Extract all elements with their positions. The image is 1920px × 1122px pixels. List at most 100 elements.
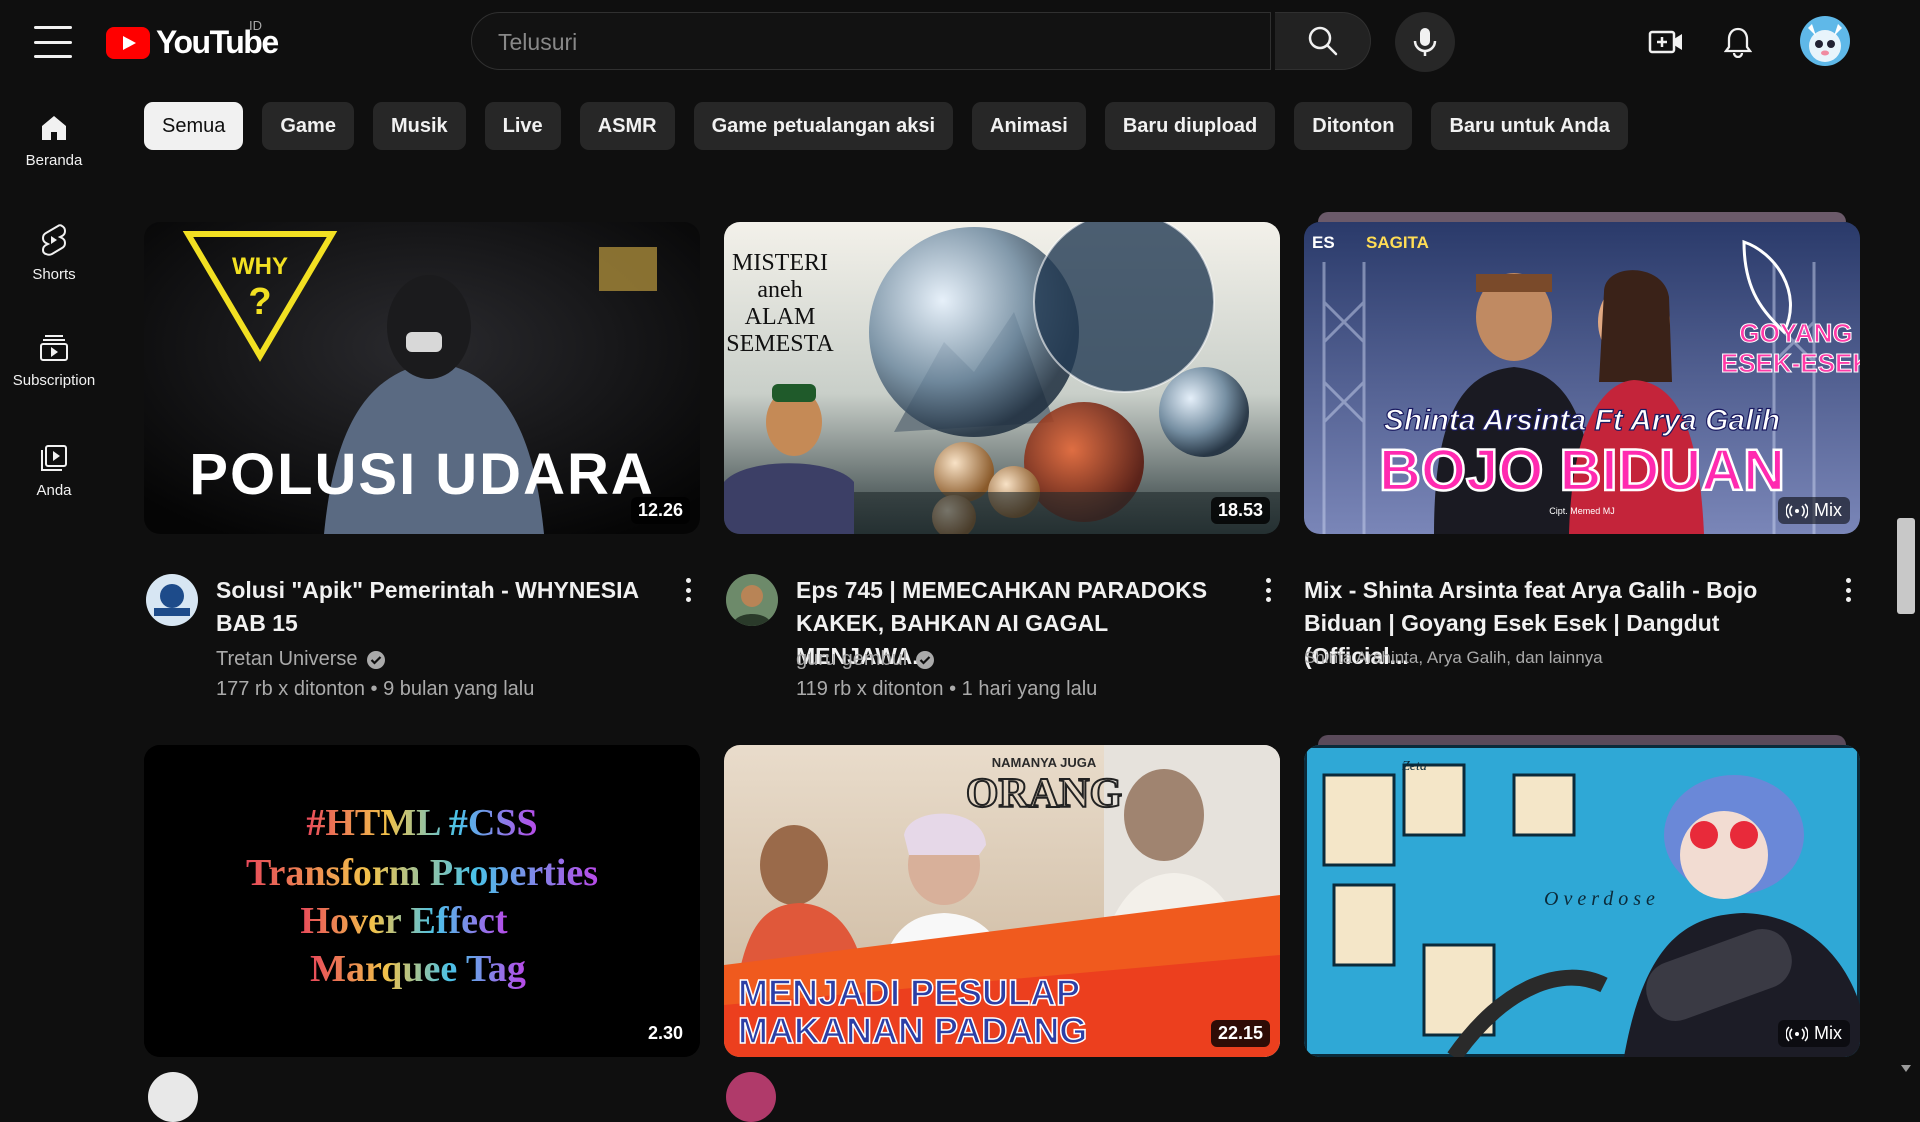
- more-actions-icon[interactable]: [1264, 578, 1272, 602]
- playlist-stack: [1318, 735, 1846, 745]
- upload-age: 9 bulan yang lalu: [383, 678, 535, 700]
- video-title[interactable]: Solusi "Apik" Pemerintah - WHYNESIA BAB …: [216, 574, 646, 640]
- chip-semua[interactable]: Semua: [144, 102, 244, 150]
- channel-name[interactable]: guru gembul: [796, 648, 935, 671]
- video-thumbnail[interactable]: #HTML #CSS Transform Properties Hover Ef…: [144, 745, 700, 1057]
- thumbnail-image: WHY ? POLUSI UDARA: [144, 222, 700, 534]
- thumb-text: ESEK-ESEK: [1721, 348, 1860, 378]
- mix-badge: Mix: [1778, 1020, 1850, 1047]
- chip-asmr[interactable]: ASMR: [579, 102, 675, 150]
- playlist-stack: [1318, 212, 1846, 222]
- view-count: 119 rb x ditonton: [796, 678, 944, 700]
- thumb-text: BOJO BIDUAN: [1379, 438, 1785, 503]
- chip-animasi[interactable]: Animasi: [972, 102, 1086, 150]
- thumb-text: #HTML #CSS: [306, 802, 537, 844]
- chip-live[interactable]: Live: [484, 102, 561, 150]
- chip-game[interactable]: Game: [262, 102, 354, 150]
- top-bar: YouTube ID: [0, 0, 1920, 84]
- scrollbar-thumb[interactable]: [1897, 518, 1915, 614]
- broadcast-icon: [1786, 502, 1808, 519]
- thumb-text: MISTERI: [732, 250, 828, 276]
- create-video-button[interactable]: [1646, 22, 1686, 62]
- sidebar-item-label: Subscription: [12, 372, 96, 389]
- sidebar-item-subscription[interactable]: Subscription: [0, 304, 108, 404]
- upload-age: 1 hari yang lalu: [961, 678, 1098, 700]
- thumbnail-image: NAMANYA JUGA ORANG MENJADI PESULAP MAKAN…: [724, 745, 1280, 1057]
- thumb-text: GOYANG: [1739, 318, 1852, 348]
- chip-ditonton[interactable]: Ditonton: [1294, 102, 1413, 150]
- voice-search-button[interactable]: [1395, 12, 1455, 72]
- thumb-text: NAMANYA JUGA: [992, 755, 1097, 770]
- country-code: ID: [249, 18, 262, 33]
- video-duration: 22.15: [1210, 1020, 1270, 1047]
- filter-chips: Semua Game Musik Live ASMR Game petualan…: [144, 102, 1628, 150]
- subscriptions-icon: [40, 335, 68, 361]
- thumb-text: ALAM: [745, 304, 816, 330]
- video-thumbnail[interactable]: SAGITA ES GOYANG ESEK-ESEK Shinta Arsint…: [1304, 222, 1860, 534]
- avatar-image: [1800, 16, 1850, 66]
- channel-avatar[interactable]: [146, 574, 198, 626]
- microphone-icon: [1413, 28, 1437, 56]
- sidebar-item-label: Beranda: [25, 152, 83, 169]
- thumb-text: Overdose: [1544, 888, 1660, 910]
- notifications-button[interactable]: [1718, 22, 1758, 62]
- account-avatar[interactable]: [1800, 16, 1850, 66]
- thumb-text: SAGITA: [1366, 233, 1429, 252]
- thumbnail-image: Zeta Overdose: [1304, 745, 1860, 1057]
- thumb-text: Shinta Arsinta Ft Arya Galih: [1384, 404, 1780, 437]
- mix-badge-label: Mix: [1814, 500, 1842, 520]
- more-actions-icon[interactable]: [684, 578, 692, 602]
- broadcast-icon: [1786, 1025, 1808, 1042]
- search-box: [471, 12, 1271, 71]
- thumb-text: MAKANAN PADANG: [738, 1010, 1087, 1051]
- chip-musik[interactable]: Musik: [372, 102, 466, 150]
- mix-badge: Mix: [1778, 497, 1850, 524]
- video-duration: 2.30: [640, 1020, 690, 1047]
- video-thumbnail[interactable]: NAMANYA JUGA ORANG MENJADI PESULAP MAKAN…: [724, 745, 1280, 1057]
- thumbnail-image: MISTERI aneh ALAM SEMESTA: [724, 222, 1280, 534]
- thumb-text: Zeta: [1402, 759, 1427, 774]
- thumbnail-image: SAGITA ES GOYANG ESEK-ESEK Shinta Arsint…: [1304, 222, 1860, 534]
- channel-name[interactable]: Tretan Universe: [216, 648, 386, 671]
- search-input[interactable]: [496, 13, 1240, 71]
- more-actions-icon[interactable]: [1844, 578, 1852, 602]
- thumbnail-image: #HTML #CSS Transform Properties Hover Ef…: [144, 745, 700, 1057]
- sidebar-item-shorts[interactable]: Shorts: [0, 194, 108, 294]
- chip-baru-untuk-anda[interactable]: Baru untuk Anda: [1431, 102, 1628, 150]
- library-icon: [41, 445, 67, 471]
- thumb-text: POLUSI UDARA: [189, 442, 654, 507]
- verified-icon: [366, 650, 385, 669]
- video-stats: 177 rb x ditonton • 9 bulan yang lalu: [216, 678, 535, 700]
- shorts-icon: [42, 224, 66, 256]
- thumb-text: Hover Effect: [300, 900, 507, 942]
- view-count: 177 rb x ditonton: [216, 678, 365, 700]
- video-thumbnail[interactable]: MISTERI aneh ALAM SEMESTA 18.53: [724, 222, 1280, 534]
- menu-icon[interactable]: [34, 26, 72, 58]
- thumb-text: ?: [248, 281, 271, 323]
- thumb-text: ES: [1312, 233, 1335, 252]
- search-button[interactable]: [1275, 12, 1371, 70]
- thumb-text: Transform Properties: [246, 852, 598, 894]
- chip-baru-diupload[interactable]: Baru diupload: [1104, 102, 1276, 150]
- thumb-text: Marquee Tag: [310, 948, 526, 990]
- video-thumbnail[interactable]: WHY ? POLUSI UDARA 12.26: [144, 222, 700, 534]
- channel-name-text: Tretan Universe: [216, 648, 358, 670]
- thumb-text: WHY: [232, 253, 288, 280]
- thumb-text: ORANG: [966, 771, 1122, 817]
- sidebar-item-anda[interactable]: Anda: [0, 414, 108, 514]
- bell-icon: [1724, 27, 1752, 58]
- video-duration: 18.53: [1210, 497, 1270, 524]
- mix-artists[interactable]: Shinta Arshinta, Arya Galih, dan lainnya: [1304, 648, 1603, 668]
- thumb-text: aneh: [757, 277, 802, 303]
- chip-game-petualangan-aksi[interactable]: Game petualangan aksi: [693, 102, 953, 150]
- sidebar-item-beranda[interactable]: Beranda: [0, 84, 108, 184]
- channel-avatar[interactable]: [726, 574, 778, 626]
- scroll-down-icon[interactable]: [1900, 1062, 1912, 1074]
- youtube-logo[interactable]: YouTube ID: [106, 18, 279, 61]
- video-thumbnail[interactable]: Zeta Overdose Mix: [1304, 745, 1860, 1057]
- channel-name-text: guru gembul: [796, 648, 908, 670]
- youtube-play-icon: [106, 26, 150, 59]
- search-icon: [1308, 26, 1337, 56]
- video-add-icon: [1648, 30, 1682, 54]
- video-duration: 12.26: [630, 497, 690, 524]
